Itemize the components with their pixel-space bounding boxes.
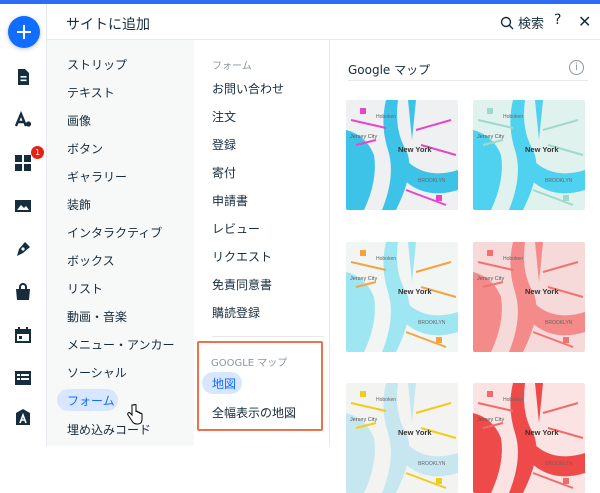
page-icon[interactable] (13, 67, 33, 87)
map-style-tile[interactable]: New York Jersey City BROOKLYN Hoboken (473, 383, 585, 493)
pen-icon[interactable] (13, 239, 33, 259)
info-icon[interactable]: i (569, 60, 584, 75)
category-item[interactable]: インタラクティブ (67, 224, 162, 241)
svg-text:BROOKLYN: BROOKLYN (545, 178, 573, 184)
form-item[interactable]: 登録 (212, 136, 236, 153)
subcategory-list: フォーム お問い合わせ 注文 登録 寄付 申請書 レビュー リクエスト 免責同意… (194, 40, 330, 446)
media-icon[interactable] (13, 196, 33, 216)
svg-text:Hoboken: Hoboken (503, 397, 523, 403)
category-item[interactable]: ギャラリー (67, 168, 127, 185)
category-item[interactable]: ストリップ (67, 56, 127, 73)
svg-text:Hoboken: Hoboken (503, 256, 523, 262)
table-icon[interactable] (13, 368, 33, 388)
panel-header: サイトに追加 検索 ? ✕ (47, 4, 600, 40)
map-style-tile[interactable]: New York Jersey City BROOKLYN Hoboken (473, 242, 585, 352)
svg-text:New York: New York (398, 428, 432, 437)
map-style-tile[interactable]: New York Jersey City BROOKLYN Hoboken (346, 383, 458, 493)
store-icon[interactable] (13, 282, 33, 302)
forms-section-heading: フォーム (212, 61, 252, 72)
svg-text:BROOKLYN: BROOKLYN (545, 461, 573, 467)
svg-text:BROOKLYN: BROOKLYN (418, 461, 446, 467)
form-item[interactable]: お問い合わせ (212, 80, 284, 97)
hand-cursor-icon (127, 404, 143, 425)
svg-text:Hoboken: Hoboken (376, 114, 396, 120)
svg-text:Jersey City: Jersey City (477, 134, 504, 140)
preview-title: Google マップ (348, 63, 431, 77)
svg-text:New York: New York (398, 145, 432, 154)
svg-text:Hoboken: Hoboken (503, 114, 523, 120)
svg-text:BROOKLYN: BROOKLYN (418, 320, 446, 326)
map-style-tile[interactable]: New York Jersey City BROOKLYN Hoboken (346, 242, 458, 352)
google-maps-heading: GOOGLE マップ (211, 358, 288, 369)
category-item[interactable]: ソーシャル (67, 364, 127, 381)
category-item[interactable]: ボックス (67, 252, 115, 269)
map-style-tile[interactable]: New York Jersey City BROOKLYN Hoboken (473, 100, 585, 210)
preview-divider (348, 80, 588, 81)
svg-text:Jersey City: Jersey City (477, 276, 504, 282)
svg-text:Jersey City: Jersey City (350, 276, 377, 282)
category-item[interactable]: テキスト (67, 84, 115, 101)
form-item[interactable]: レビュー (212, 220, 260, 237)
calendar-icon[interactable] (13, 325, 33, 345)
fullwidth-map-item[interactable]: 全幅表示の地図 (212, 404, 296, 421)
theme-icon[interactable] (13, 110, 33, 130)
form-item[interactable]: 免責同意書 (212, 276, 272, 293)
search-button[interactable]: 検索 (500, 13, 544, 32)
panel-title: サイトに追加 (66, 17, 150, 33)
map-style-tile[interactable]: New York Jersey City BROOKLYN Hoboken (346, 100, 458, 210)
svg-text:Hoboken: Hoboken (376, 256, 396, 262)
svg-text:New York: New York (525, 145, 559, 154)
search-label: 検索 (518, 17, 545, 32)
section-divider (212, 336, 324, 337)
map-item[interactable]: 地図 (212, 375, 236, 392)
close-button[interactable]: ✕ (578, 12, 591, 31)
form-item[interactable]: 寄付 (212, 164, 236, 181)
category-item[interactable]: 画像 (67, 112, 91, 129)
svg-text:New York: New York (525, 428, 559, 437)
svg-text:Hoboken: Hoboken (376, 397, 396, 403)
category-item[interactable]: 動画・音楽 (67, 308, 127, 325)
category-item[interactable]: メニュー・アンカー (67, 336, 175, 353)
text-a-icon[interactable] (13, 407, 33, 427)
svg-text:Jersey City: Jersey City (350, 417, 377, 423)
category-item[interactable]: ボタン (67, 140, 103, 157)
apps-icon[interactable] (13, 153, 33, 173)
form-item[interactable]: 申請書 (212, 192, 248, 209)
category-item-forms[interactable]: フォーム (67, 392, 115, 409)
svg-text:New York: New York (398, 287, 432, 296)
apps-badge: 1 (31, 146, 44, 159)
svg-text:Jersey City: Jersey City (350, 134, 377, 140)
add-icon[interactable] (8, 16, 40, 48)
category-item[interactable]: 装飾 (67, 196, 91, 213)
category-item[interactable]: リスト (67, 280, 103, 297)
form-item[interactable]: 注文 (212, 108, 236, 125)
svg-text:BROOKLYN: BROOKLYN (418, 178, 446, 184)
search-icon (500, 16, 514, 29)
category-list: ストリップ テキスト 画像 ボタン ギャラリー 装飾 インタラクティブ ボックス… (47, 40, 194, 446)
form-item[interactable]: 購読登録 (212, 304, 260, 321)
svg-text:Jersey City: Jersey City (477, 417, 504, 423)
left-toolbar: 1 (0, 4, 47, 446)
form-item[interactable]: リクエスト (212, 248, 272, 265)
svg-text:BROOKLYN: BROOKLYN (545, 320, 573, 326)
help-button[interactable]: ? (554, 12, 561, 28)
svg-text:New York: New York (525, 287, 559, 296)
preview-panel: Google マップ i New York Jersey City BROOKL… (330, 40, 600, 493)
